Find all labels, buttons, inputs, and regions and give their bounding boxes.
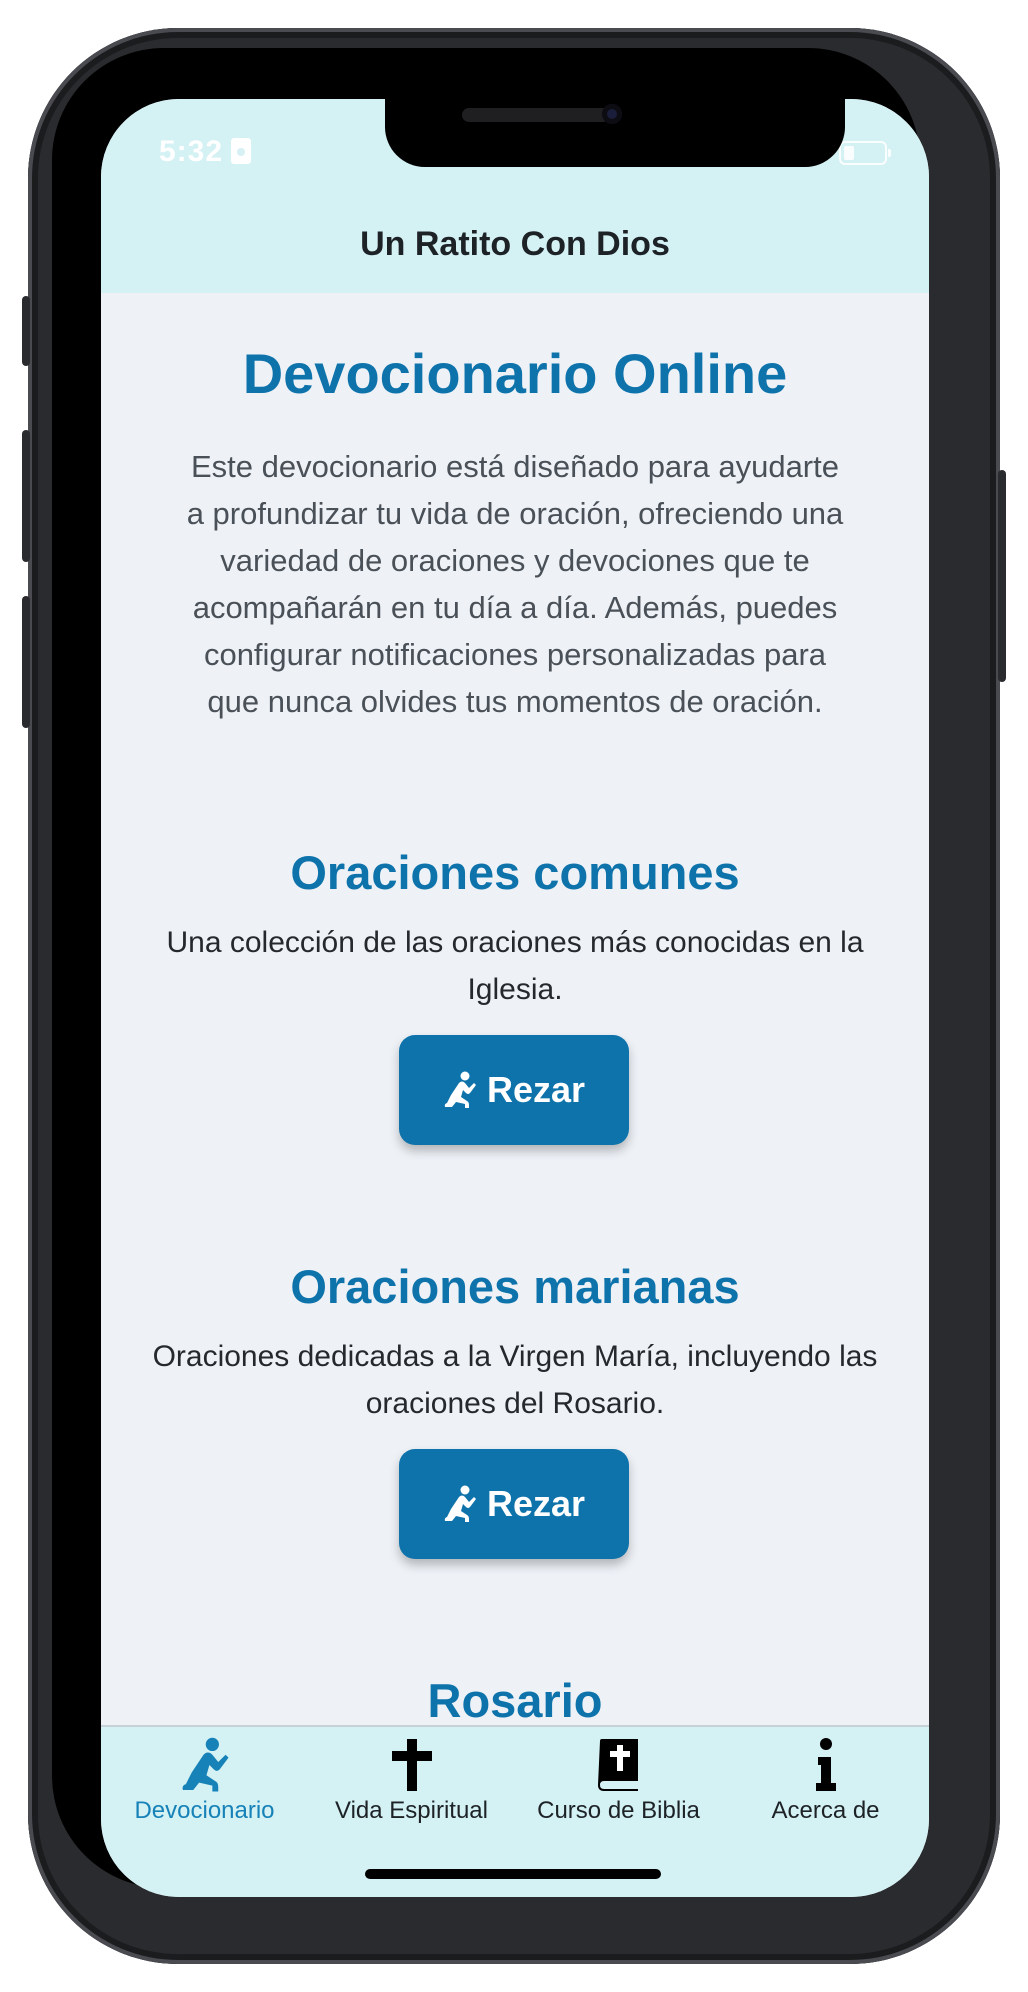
bottom-tab-bar: Devocionario Vida Espiritual Curso de Bi… xyxy=(101,1725,929,1897)
tab-label: Curso de Biblia xyxy=(537,1797,700,1824)
sim-icon xyxy=(231,138,252,164)
app-title: Un Ratito Con Dios xyxy=(360,225,670,263)
earpiece-speaker xyxy=(462,108,610,122)
side-button-mute xyxy=(22,296,30,366)
main-content[interactable]: Devocionario Online Este devocionario es… xyxy=(101,293,929,1827)
front-camera xyxy=(602,104,622,124)
status-time: 5:32 xyxy=(159,135,252,169)
section-title-oraciones-marianas: Oraciones marianas xyxy=(290,1260,740,1313)
bible-icon xyxy=(515,1737,722,1793)
side-button-volume-up xyxy=(22,430,30,562)
praying-icon xyxy=(444,1071,476,1108)
status-time-text: 5:32 xyxy=(159,135,224,168)
section-title-oraciones-comunes: Oraciones comunes xyxy=(290,846,740,899)
rezar-button-oraciones-comunes[interactable]: Rezar xyxy=(399,1035,629,1145)
section-desc-oraciones-marianas: Oraciones dedicadas a la Virgen María, i… xyxy=(152,1340,878,1420)
section-desc-oraciones-comunes: Una colección de las oraciones más conoc… xyxy=(166,926,864,1006)
home-indicator[interactable] xyxy=(365,1869,661,1879)
rezar-label: Rezar xyxy=(486,1483,586,1524)
tab-vida-espiritual[interactable]: Vida Espiritual xyxy=(308,1727,515,1837)
intro-text: Este devocionario está diseñado para ayu… xyxy=(186,449,844,719)
tab-curso-de-biblia[interactable]: Curso de Biblia xyxy=(515,1727,722,1837)
tab-label: Acerca de xyxy=(771,1797,880,1824)
tab-acerca-de[interactable]: Acerca de xyxy=(722,1727,929,1837)
page-title: Devocionario Online xyxy=(242,342,788,405)
info-icon xyxy=(722,1737,929,1793)
tab-devocionario[interactable]: Devocionario xyxy=(101,1727,308,1837)
tab-label: Vida Espiritual xyxy=(335,1797,488,1824)
side-button-volume-down xyxy=(22,596,30,728)
tab-label: Devocionario xyxy=(134,1797,275,1824)
app-screen: Un Ratito Con Dios 5:32 5G Devocionario … xyxy=(101,99,929,1897)
rezar-label: Rezar xyxy=(486,1069,586,1110)
cross-icon xyxy=(308,1737,515,1793)
rezar-button-oraciones-marianas[interactable]: Rezar xyxy=(399,1449,629,1559)
praying-icon xyxy=(101,1737,308,1793)
section-title-rosario: Rosario xyxy=(427,1674,603,1727)
battery-icon xyxy=(839,140,891,165)
side-button-power xyxy=(998,470,1006,682)
praying-icon xyxy=(444,1485,476,1522)
